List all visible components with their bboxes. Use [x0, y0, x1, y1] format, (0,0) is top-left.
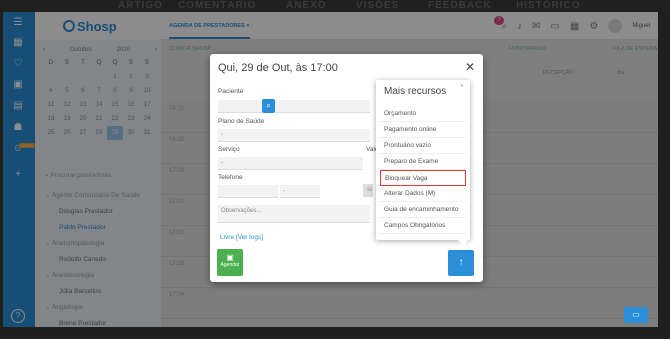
paciente-name-input[interactable] [275, 100, 370, 113]
popover-item[interactable]: Prontuário vazio [380, 138, 466, 154]
servico-select[interactable]: - [218, 157, 363, 170]
ver-logs-link[interactable]: [Ver logs] [236, 234, 263, 241]
telefone-ddd-input[interactable] [218, 185, 278, 198]
chat-icon: ▭ [632, 310, 640, 319]
arrow-up-icon: ↑ [458, 257, 464, 268]
more-resources-button[interactable]: ↑ [448, 250, 474, 276]
popover-item[interactable]: Preparo de Exame [380, 154, 466, 170]
popover-item[interactable]: Guia de encaminhamento [380, 202, 466, 218]
more-resources-popover: Mais recursos × Orçamento Pagamento onlin… [376, 80, 470, 246]
whatsapp-button[interactable]: ☏ [363, 184, 374, 197]
nav-artigo[interactable]: ARTIGO [118, 0, 163, 11]
chat-button[interactable]: ▭ [624, 307, 648, 323]
nav-feedback[interactable]: FEEDBACK [428, 0, 492, 11]
telefone-label: Telefone [218, 174, 243, 181]
modal-title: Qui, 29 de Out, às 17:00 [218, 62, 338, 74]
popover-item[interactable]: Campos Obrigatórios [380, 218, 466, 234]
popover-item[interactable]: Alterar Dados (M) [380, 186, 466, 202]
paciente-input[interactable] [218, 100, 262, 113]
livre-link[interactable]: Livre [220, 234, 234, 241]
nav-visoes[interactable]: VISÕES [356, 0, 399, 11]
paciente-label: Paciente [218, 88, 244, 95]
nav-historico[interactable]: HISTÓRICO [516, 0, 581, 11]
browser-top-nav: ARTIGO COMENTÁRIO ANEXO VISÕES FEEDBACK … [0, 0, 670, 12]
popover-item[interactable]: Orçamento [380, 106, 466, 122]
close-icon[interactable]: ✕ [465, 60, 475, 74]
popover-item[interactable]: Pagamento online [380, 122, 466, 138]
calendar-check-icon: ▣ [226, 253, 234, 262]
status-links: Livre [Ver logs] [220, 234, 263, 241]
plano-label: Plano de Saúde [218, 118, 265, 125]
telefone-type-select[interactable]: - [280, 185, 320, 198]
popover-list: Orçamento Pagamento online Prontuário vazi… [380, 106, 466, 234]
search-patient-button[interactable]: ⌕ [262, 99, 275, 113]
servico-label: Serviço [218, 146, 240, 153]
nav-comentario[interactable]: COMENTÁRIO [178, 0, 256, 11]
popover-item[interactable]: Bloquear Vaga [380, 170, 466, 186]
popover-close-icon[interactable]: × [460, 83, 464, 90]
agendar-button[interactable]: ▣ Agendar [217, 249, 243, 276]
plano-select[interactable]: - [218, 129, 370, 142]
nav-anexo[interactable]: ANEXO [286, 0, 327, 11]
agendar-label: Agendar [220, 262, 240, 268]
popover-arrow [458, 240, 468, 246]
popover-title: Mais recursos [384, 86, 447, 97]
observacoes-input[interactable]: Observações... [218, 205, 370, 223]
